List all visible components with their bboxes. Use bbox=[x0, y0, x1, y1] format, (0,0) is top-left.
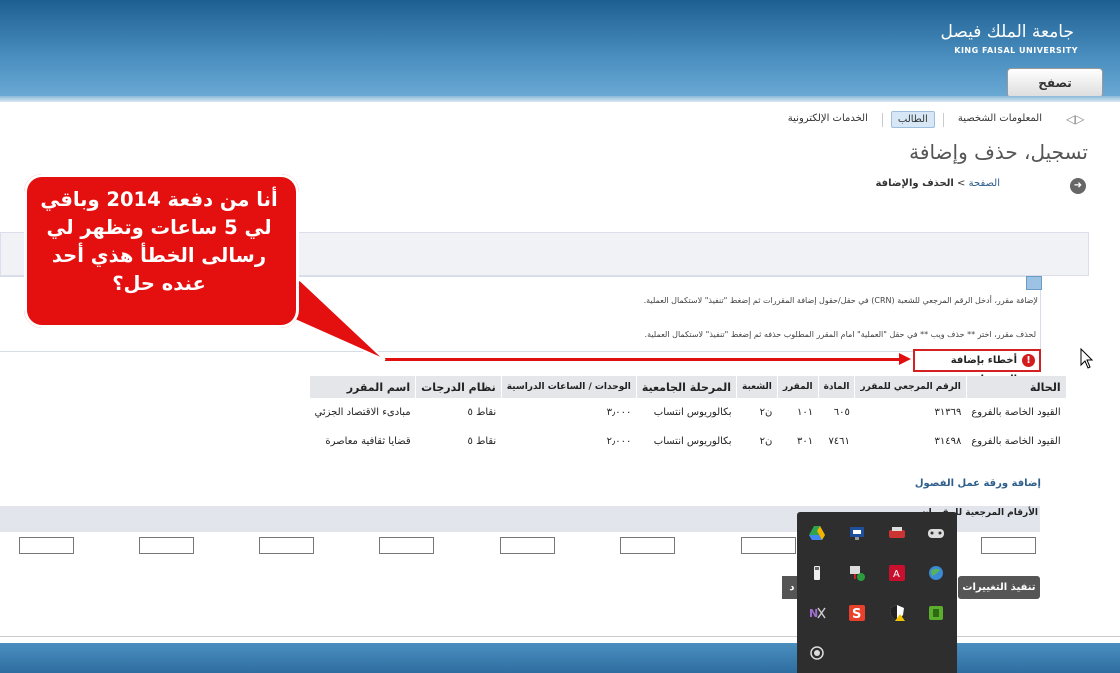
annotation-arrow bbox=[385, 358, 900, 361]
crn-input[interactable] bbox=[259, 537, 314, 554]
crn-input[interactable] bbox=[379, 537, 434, 554]
col-grading: نظام الدرجات bbox=[415, 376, 502, 398]
col-subject: المادة bbox=[817, 376, 855, 398]
crn-input[interactable] bbox=[139, 537, 194, 554]
drop-instructions: لحذف مقرر، اختر ** حذف ويب ** في حقل "ال… bbox=[644, 330, 1036, 339]
network-icon[interactable] bbox=[846, 562, 868, 584]
cell-level: بكالوريوس انتساب bbox=[653, 436, 732, 447]
col-status: الحالة bbox=[965, 376, 1066, 398]
col-crn: الرقم المرجعي للمقرر bbox=[854, 376, 967, 398]
onenote-icon[interactable]: N bbox=[806, 602, 828, 624]
cell-grading: نقاط ٥ bbox=[467, 436, 497, 447]
tab-divider bbox=[942, 113, 944, 127]
crn-input[interactable] bbox=[981, 537, 1036, 554]
add-instructions: لإضافة مقرر، أدخل الرقم المرجعي للشعبة (… bbox=[643, 296, 1038, 305]
tab-divider bbox=[881, 113, 883, 127]
cell-level: بكالوريوس انتساب bbox=[653, 407, 732, 418]
globe-icon[interactable] bbox=[925, 562, 947, 584]
arrow-right-icon[interactable]: ➜ bbox=[1070, 178, 1086, 194]
cell-title: قضايا ثقافية معاصرة bbox=[325, 436, 411, 447]
svg-text:S: S bbox=[852, 607, 861, 622]
cell-title: مبادىء الاقتصاد الجزئي bbox=[314, 407, 411, 418]
shield-warning-icon[interactable] bbox=[886, 602, 908, 624]
monitor-icon[interactable] bbox=[846, 522, 868, 544]
tab-student[interactable]: الطالب bbox=[890, 111, 935, 128]
nav-tabs: المعلومات الشخصية الطالب الخدمات الإلكتر… bbox=[782, 111, 1048, 128]
cell-status: القيود الخاصة بالفروع bbox=[971, 407, 1061, 418]
browse-label: تصفح bbox=[1038, 76, 1072, 90]
error-heading: ! أخطاء بإضافة التسجيل bbox=[913, 349, 1041, 385]
col-section: الشعبة bbox=[736, 376, 778, 398]
s-app-icon[interactable]: S bbox=[846, 602, 868, 624]
crn-input[interactable] bbox=[620, 537, 675, 554]
cell-subject: ٦٠٥ bbox=[833, 407, 850, 418]
crn-input[interactable] bbox=[500, 537, 555, 554]
usb-icon[interactable] bbox=[806, 562, 828, 584]
cell-course: ١٠١ bbox=[796, 407, 814, 418]
table-row: القيود الخاصة بالفروع ٣١٣٦٩ ٦٠٥ ١٠١ ن٢ ب… bbox=[310, 398, 1066, 427]
cell-section: ن٢ bbox=[759, 436, 773, 447]
breadcrumb-separator: > bbox=[957, 178, 966, 189]
cell-credits: ٣٫٠٠٠ bbox=[606, 407, 632, 418]
crn-input[interactable] bbox=[19, 537, 74, 554]
error-table: الحالة الرقم المرجعي للمقرر المادة المقر… bbox=[308, 376, 1066, 456]
cell-status: القيود الخاصة بالفروع bbox=[971, 436, 1061, 447]
cell-crn: ٣١٣٦٩ bbox=[934, 407, 962, 418]
browse-button[interactable]: تصفح▼ bbox=[1007, 68, 1103, 103]
breadcrumb-home[interactable]: الصفحة bbox=[969, 178, 1000, 189]
record-icon[interactable] bbox=[806, 642, 828, 664]
cell-credits: ٢٫٠٠٠ bbox=[606, 436, 632, 447]
callout-text: أنا من دفعة 2014 وباقي لي 5 ساعات وتظهر … bbox=[40, 188, 278, 295]
drive-icon[interactable] bbox=[806, 522, 828, 544]
gamepad-icon[interactable] bbox=[925, 522, 947, 544]
page-title: تسجيل، حذف وإضافة bbox=[909, 140, 1088, 164]
nav-arrows-icon[interactable]: ◁▷ bbox=[1066, 112, 1084, 126]
table-header-row: الحالة الرقم المرجعي للمقرر المادة المقر… bbox=[308, 376, 1066, 398]
breadcrumb: الصفحة > الحذف والإضافة bbox=[875, 178, 1000, 189]
info-note-icon bbox=[1026, 276, 1042, 290]
acrobat-icon[interactable]: A bbox=[886, 562, 908, 584]
col-credits: الوحدات / الساعات الدراسية bbox=[500, 376, 637, 398]
clip-icon[interactable] bbox=[925, 602, 947, 624]
university-name-ar: جامعة الملك فيصل bbox=[940, 22, 1074, 42]
university-name-en: KING FAISAL UNIVERSITY bbox=[954, 46, 1078, 55]
svg-text:N: N bbox=[809, 607, 818, 620]
table-row: القيود الخاصة بالفروع ٣١٤٩٨ ٧٤٦١ ٣٠١ ن٢ … bbox=[310, 427, 1066, 456]
submit-changes-button[interactable]: تنفيذ التغييرات bbox=[958, 576, 1040, 599]
annotation-arrowhead bbox=[899, 353, 911, 365]
col-level: المرحلة الجامعية bbox=[635, 376, 737, 398]
col-course: المقرر bbox=[776, 376, 819, 398]
error-icon: ! bbox=[1022, 354, 1035, 367]
cell-grading: نقاط ٥ bbox=[467, 407, 497, 418]
svg-text:A: A bbox=[893, 569, 900, 580]
tab-e-services[interactable]: الخدمات الإلكترونية bbox=[782, 111, 874, 128]
cell-section: ن٢ bbox=[759, 407, 773, 418]
crn-input[interactable] bbox=[741, 537, 796, 554]
system-tray-popup: A S N bbox=[797, 512, 957, 673]
tab-personal-info[interactable]: المعلومات الشخصية bbox=[952, 111, 1048, 128]
worksheet-title: إضافة ورقة عمل الفصول bbox=[914, 478, 1041, 489]
mouse-cursor-icon bbox=[1080, 348, 1094, 369]
cell-subject: ٧٤٦١ bbox=[828, 436, 850, 447]
cell-course: ٣٠١ bbox=[796, 436, 814, 447]
cell-crn: ٣١٤٩٨ bbox=[934, 436, 962, 447]
breadcrumb-current: الحذف والإضافة bbox=[875, 178, 954, 189]
remote-icon[interactable] bbox=[886, 522, 908, 544]
